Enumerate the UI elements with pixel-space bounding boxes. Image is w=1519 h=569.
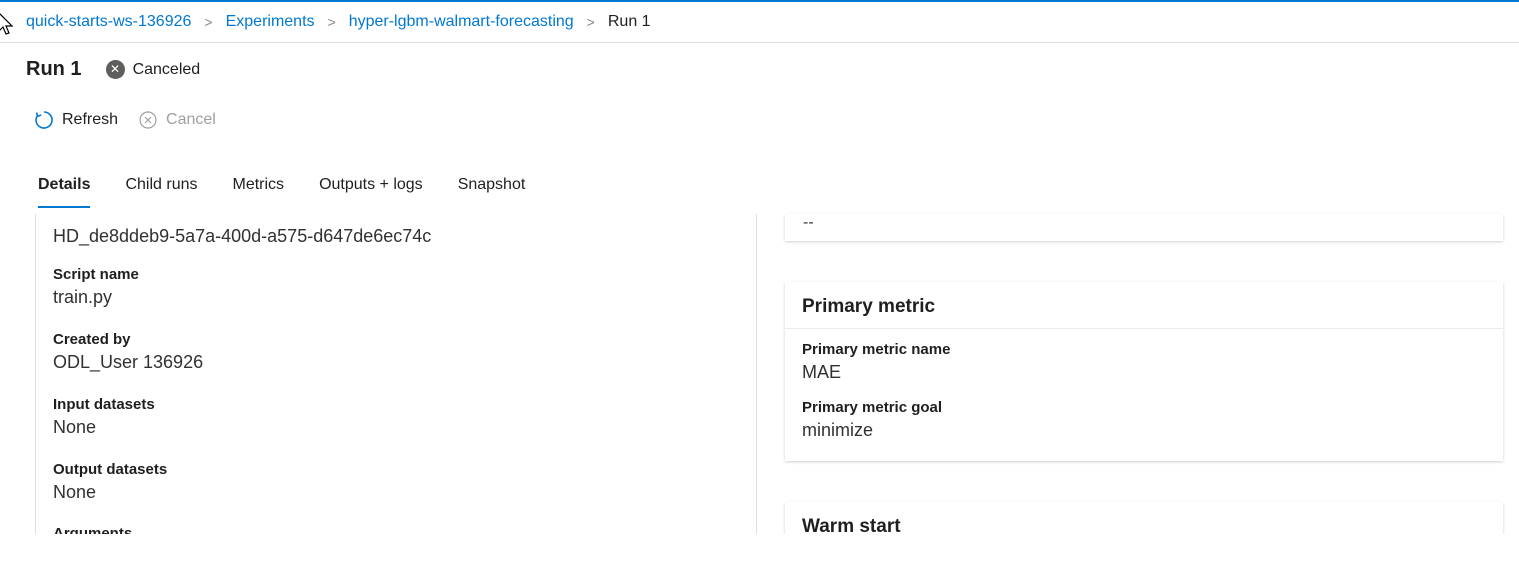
mouse-cursor-icon: [0, 13, 14, 35]
input-datasets-field: Input datasets None: [53, 396, 155, 438]
tab-outputs-logs[interactable]: Outputs + logs: [319, 176, 423, 208]
tab-bar: Details Child runs Metrics Outputs + log…: [38, 176, 560, 208]
refresh-button[interactable]: Refresh: [34, 110, 118, 130]
field-value: None: [53, 482, 97, 502]
card-title: Primary metric: [785, 282, 1503, 329]
output-datasets-field: Output datasets None: [53, 461, 167, 503]
tab-details[interactable]: Details: [38, 176, 91, 208]
tab-child-runs[interactable]: Child runs: [125, 176, 197, 208]
field-label: Primary metric goal: [802, 399, 943, 416]
field-label: Primary metric name: [802, 341, 951, 358]
created-by-field: Created by ODL_User 136926: [53, 331, 203, 373]
field-value: None: [53, 417, 97, 437]
field-value: minimize: [802, 420, 874, 440]
breadcrumb-current: Run 1: [607, 13, 651, 30]
breadcrumb-experiments[interactable]: Experiments: [226, 13, 315, 31]
cancel-icon: [139, 111, 157, 129]
chevron-right-icon: >: [586, 14, 595, 30]
tab-snapshot[interactable]: Snapshot: [458, 176, 526, 208]
field-label: Output datasets: [53, 461, 168, 478]
field-label: Created by: [53, 331, 131, 348]
breadcrumb-workspace[interactable]: quick-starts-ws-136926: [26, 13, 191, 31]
chevron-right-icon: >: [327, 14, 336, 30]
tab-metrics[interactable]: Metrics: [233, 176, 285, 208]
primary-metric-card: Primary metric Primary metric name MAE P…: [785, 282, 1503, 461]
status-badge: ✕ Canceled: [105, 60, 201, 79]
field-label: Arguments: [53, 525, 133, 534]
status-label: Canceled: [132, 60, 201, 78]
chevron-right-icon: >: [204, 14, 213, 30]
arguments-field: Arguments: [53, 525, 132, 534]
breadcrumb: quick-starts-ws-136926 > Experiments > h…: [0, 2, 1519, 43]
bottom-blank-area: [0, 534, 1519, 569]
breadcrumb-experiment[interactable]: hyper-lgbm-walmart-forecasting: [349, 13, 574, 31]
details-panel: HD_de8ddeb9-5a7a-400d-a575-d647de6ec74c …: [35, 214, 757, 534]
empty-value: --: [803, 214, 814, 231]
script-name-field: Script name train.py: [53, 266, 139, 308]
field-label: Script name: [53, 266, 139, 283]
refresh-label: Refresh: [62, 111, 119, 128]
cancel-label: Cancel: [166, 111, 216, 128]
field-value: ODL_User 136926: [53, 352, 204, 372]
toolbar: Refresh Cancel: [34, 110, 236, 130]
cancel-button[interactable]: Cancel: [138, 110, 216, 130]
canceled-icon: ✕: [105, 60, 125, 79]
page-title: Run 1: [26, 58, 82, 80]
refresh-icon: [35, 111, 53, 129]
title-row: Run 1 ✕ Canceled: [26, 58, 200, 81]
top-card: --: [785, 214, 1503, 241]
field-value: train.py: [53, 287, 113, 307]
run-id-value: HD_de8ddeb9-5a7a-400d-a575-d647de6ec74c: [53, 226, 432, 246]
field-label: Input datasets: [53, 396, 155, 413]
field-value: MAE: [802, 362, 842, 382]
